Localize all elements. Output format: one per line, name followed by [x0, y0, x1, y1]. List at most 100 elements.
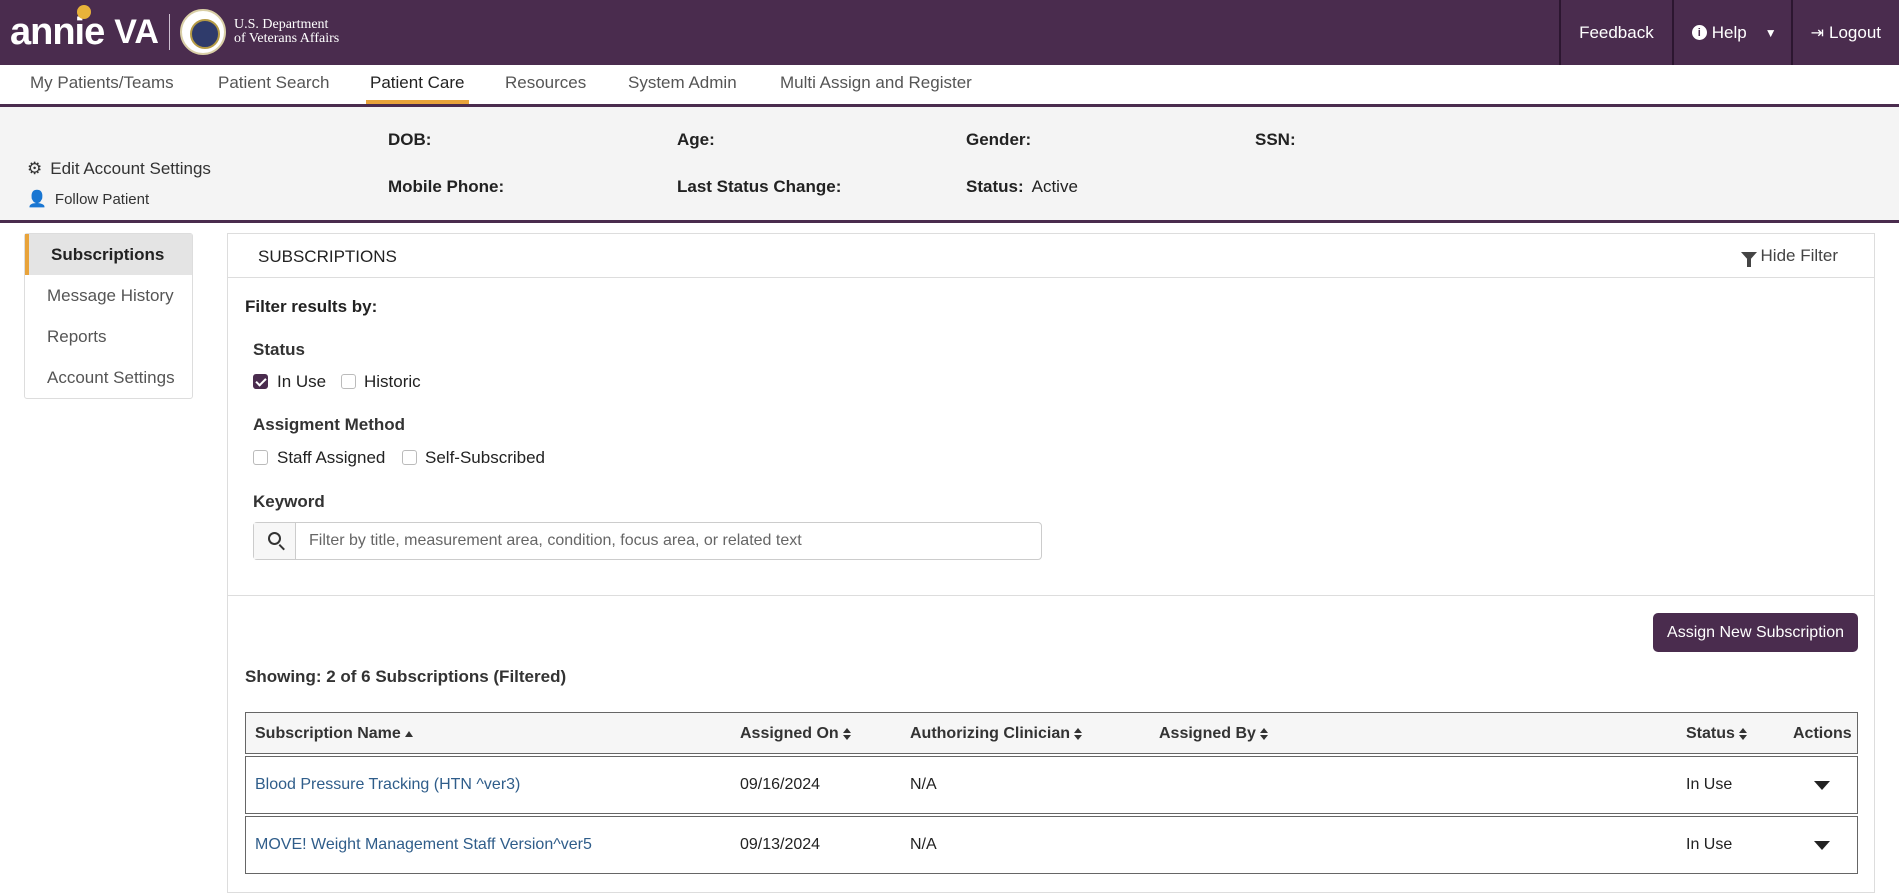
nav-resources[interactable]: Resources	[505, 65, 586, 104]
patient-info-bar: ⚙ Edit Account Settings 👤 Follow Patient…	[0, 107, 1899, 223]
logout-button[interactable]: ⇥ Logout	[1790, 0, 1899, 65]
subscription-name-link[interactable]: Blood Pressure Tracking (HTN ^ver3)	[255, 776, 520, 794]
table-row: MOVE! Weight Management Staff Version^ve…	[245, 816, 1858, 874]
ssn-field: SSN:	[1255, 130, 1296, 150]
va-seal-icon	[179, 9, 226, 55]
sort-icon	[1738, 728, 1747, 740]
subscriptions-panel: SUBSCRIPTIONS Hide Filter Filter results…	[227, 233, 1875, 893]
ssn-label: SSN:	[1255, 130, 1296, 149]
help-label: Help	[1711, 22, 1747, 42]
sort-icon	[1074, 728, 1082, 740]
sidebar-item-account-settings[interactable]: Account Settings	[25, 357, 192, 398]
dob-label: DOB:	[388, 130, 432, 149]
clinician-cell: N/A	[910, 776, 937, 793]
annie-dot-icon	[77, 4, 91, 19]
status-field: Status: Active	[966, 177, 1078, 197]
logout-icon: ⇥	[1810, 24, 1824, 42]
age-field: Age:	[677, 130, 715, 150]
self-subscribed-checkbox[interactable]	[402, 450, 417, 465]
dept-line-1: U.S. Department	[233, 17, 329, 32]
keyword-search-group	[253, 522, 1042, 560]
self-subscribed-label: Self-Subscribed	[425, 448, 546, 467]
row-actions-caret-icon[interactable]	[1814, 781, 1830, 790]
in-use-checkbox[interactable]	[253, 374, 268, 389]
historic-label: Historic	[364, 372, 421, 391]
last-status-change-field: Last Status Change:	[677, 177, 841, 197]
col-assigned-by[interactable]: Assigned By	[1159, 725, 1268, 743]
col-subscription-name-label: Subscription Name	[255, 725, 401, 742]
nav-patient-search[interactable]: Patient Search	[218, 65, 330, 104]
hide-filter-label: Hide Filter	[1760, 246, 1838, 265]
edit-account-settings-label: Edit Account Settings	[50, 159, 211, 178]
panel-title: SUBSCRIPTIONS	[258, 247, 397, 266]
feedback-label: Feedback	[1579, 22, 1654, 42]
col-authorizing-clinician[interactable]: Authorizing Clinician	[910, 725, 1082, 743]
filter-icon	[1740, 251, 1757, 267]
follow-patient-link[interactable]: 👤 Follow Patient	[27, 189, 149, 209]
help-button[interactable]: i Help	[1671, 0, 1757, 65]
search-icon	[268, 532, 281, 545]
assigned-on-cell: 09/16/2024	[740, 776, 821, 793]
main-nav: My Patients/Teams Patient Search Patient…	[0, 65, 1899, 107]
feedback-button[interactable]: Feedback	[1559, 0, 1672, 65]
edit-account-settings-link[interactable]: ⚙ Edit Account Settings	[27, 159, 211, 179]
keyword-search-input[interactable]	[297, 523, 1041, 559]
col-actions-label: Actions	[1793, 725, 1852, 742]
mobile-phone-label: Mobile Phone:	[388, 177, 505, 196]
col-assigned-by-label: Assigned By	[1159, 725, 1256, 742]
sidebar-item-reports[interactable]: Reports	[25, 316, 192, 357]
panel-header: SUBSCRIPTIONS Hide Filter	[228, 234, 1874, 278]
staff-assigned-checkbox[interactable]	[253, 450, 268, 465]
status-cell: In Use	[1686, 836, 1733, 853]
department-name: U.S. Department of Veterans Affairs	[234, 18, 339, 46]
status-value: Active	[1031, 177, 1078, 196]
nav-patient-care[interactable]: Patient Care	[366, 65, 469, 104]
col-assigned-on-label: Assigned On	[740, 725, 839, 742]
help-dropdown-caret-icon[interactable]: ▼	[1757, 0, 1791, 65]
clinician-cell: N/A	[910, 836, 937, 853]
sort-icon	[842, 728, 851, 740]
status-filter-heading: Status	[253, 340, 305, 359]
brand-divider	[168, 14, 170, 50]
assign-new-subscription-button[interactable]: Assign New Subscription	[1653, 613, 1858, 652]
col-status[interactable]: Status	[1686, 725, 1747, 743]
patient-sidebar: Subscriptions Message History Reports Ac…	[24, 233, 193, 399]
annie-logo-text: annie	[10, 4, 105, 54]
user-plus-icon: 👤	[27, 191, 47, 208]
hide-filter-button[interactable]: Hide Filter	[1740, 246, 1838, 267]
nav-my-patients-teams[interactable]: My Patients/Teams	[30, 65, 174, 104]
va-logo-text: VA	[114, 12, 159, 51]
brand-logo[interactable]: annie VA U.S. Department of Veterans Aff…	[10, 4, 339, 56]
in-use-label: In Use	[277, 372, 327, 391]
col-assigned-on[interactable]: Assigned On	[740, 725, 851, 743]
col-authorizing-clinician-label: Authorizing Clinician	[910, 725, 1070, 742]
keyword-heading: Keyword	[253, 492, 325, 511]
row-actions-caret-icon[interactable]	[1814, 841, 1830, 850]
sidebar-item-subscriptions[interactable]: Subscriptions	[25, 234, 192, 275]
col-actions: Actions	[1793, 725, 1852, 743]
table-header: Subscription Name Assigned On Authorizin…	[245, 712, 1858, 754]
nav-multi-assign-register[interactable]: Multi Assign and Register	[780, 65, 972, 104]
filter-heading: Filter results by:	[245, 297, 378, 316]
header-actions: Feedback i Help ▼ ⇥ Logout	[1559, 0, 1899, 65]
dept-line-2: of Veterans Affairs	[233, 31, 340, 46]
sidebar-item-message-history[interactable]: Message History	[25, 275, 192, 316]
top-header: annie VA U.S. Department of Veterans Aff…	[0, 0, 1899, 65]
subscriptions-table: Subscription Name Assigned On Authorizin…	[245, 712, 1858, 874]
table-row: Blood Pressure Tracking (HTN ^ver3) 09/1…	[245, 756, 1858, 814]
last-status-change-label: Last Status Change:	[677, 177, 842, 196]
filter-section: Filter results by: Status In Use Histori…	[228, 278, 1874, 596]
nav-system-admin[interactable]: System Admin	[628, 65, 737, 104]
staff-assigned-label: Staff Assigned	[277, 448, 386, 467]
historic-checkbox[interactable]	[341, 374, 356, 389]
status-label: Status:	[966, 177, 1024, 196]
col-subscription-name[interactable]: Subscription Name	[255, 725, 413, 743]
dob-field: DOB:	[388, 130, 431, 150]
gender-label: Gender:	[966, 130, 1032, 149]
sort-icon	[1259, 728, 1268, 740]
showing-count: Showing: 2 of 6 Subscriptions (Filtered)	[245, 667, 567, 686]
sort-asc-icon	[404, 731, 413, 737]
status-cell: In Use	[1686, 776, 1733, 793]
subscription-name-link[interactable]: MOVE! Weight Management Staff Version^ve…	[255, 836, 592, 854]
info-icon: i	[1691, 25, 1707, 40]
